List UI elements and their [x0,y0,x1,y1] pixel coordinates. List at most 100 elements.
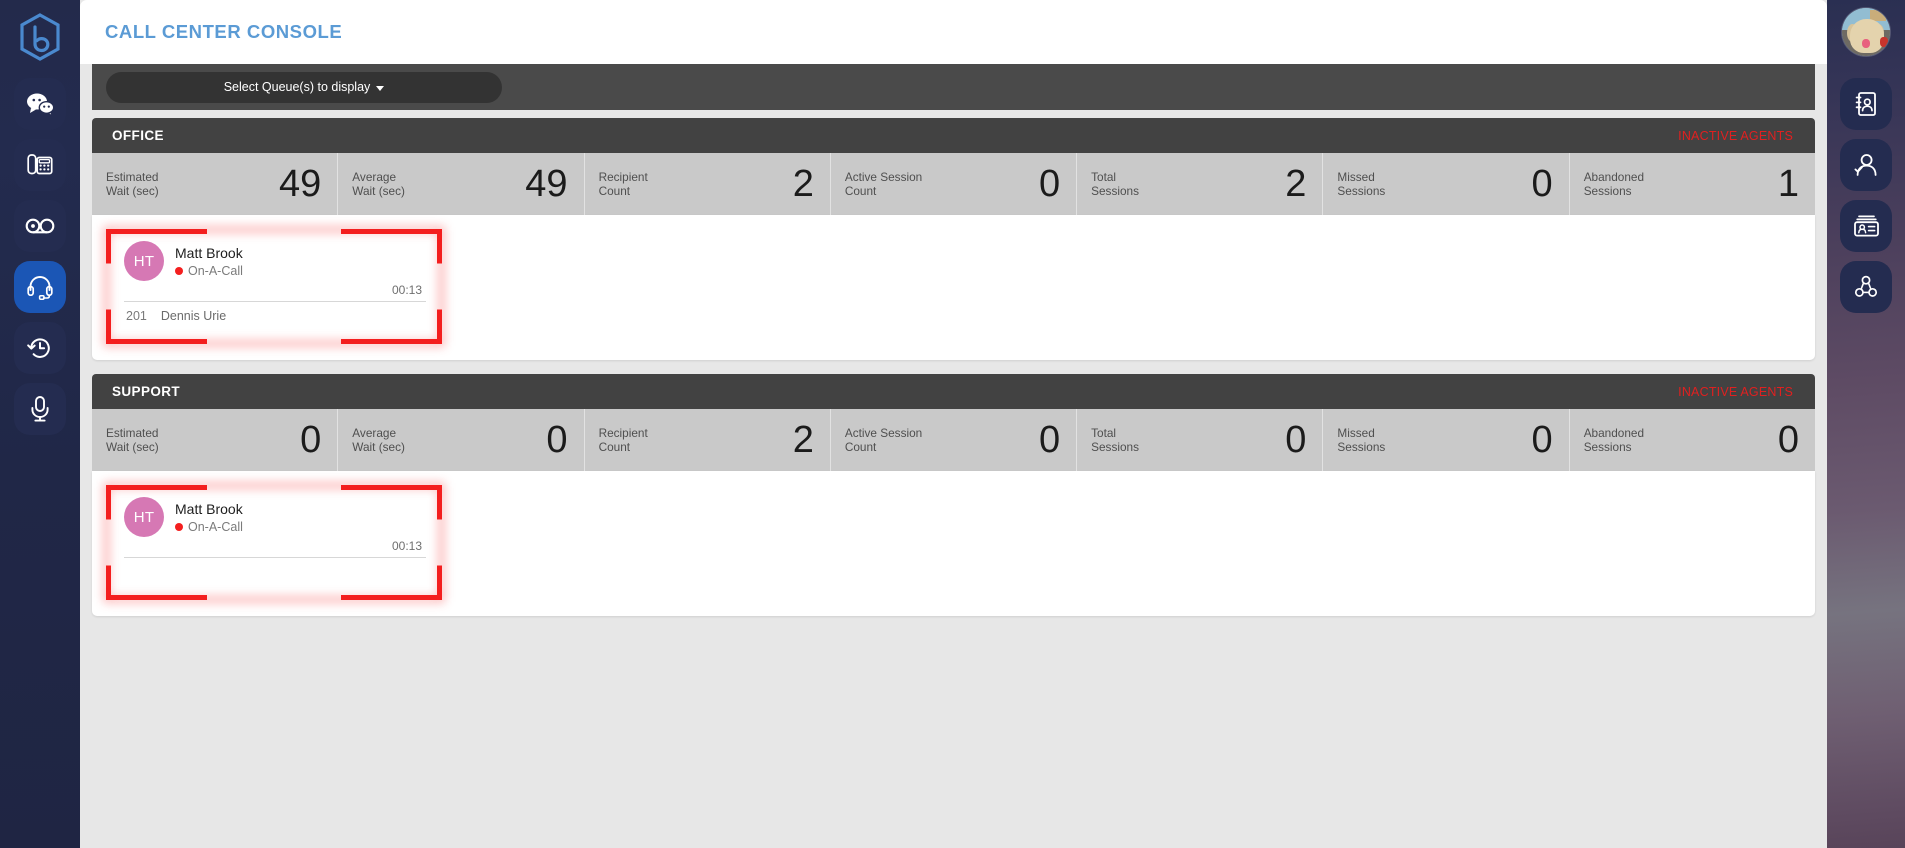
stat-cell: Recipient Count 2 [585,153,831,215]
stat-label-line2: Wait (sec) [352,440,405,454]
stat-label-line2: Sessions [1583,440,1632,454]
rail-item-voicemail[interactable] [14,200,66,252]
stat-value: 0 [1038,419,1061,461]
stat-value: 0 [546,419,568,461]
stat-label: Abandoned Sessions [1584,426,1644,455]
stat-label-line1: Recipient [598,425,648,440]
queues-container: OFFICE INACTIVE AGENTS Estimated Wait (sec)… [92,118,1815,616]
agent-avatar-initials: HT [124,241,164,281]
inactive-agents-link[interactable]: INACTIVE AGENTS [1678,129,1793,143]
caller-name: Dennis Urie [160,309,227,323]
main-content-area: CALL CENTER CONSOLE Select Queue(s) to d… [80,0,1827,848]
stat-value: 0 [1531,419,1553,461]
stat-cell: Average Wait (sec) 0 [338,409,585,471]
stat-cell: Estimated Wait (sec) 49 [92,153,339,215]
agents-panel: HT Matt Brook On-A-Call 00:13 201 Dennis Urie [92,215,1815,360]
address-book-icon [1854,91,1878,117]
queue-selector-bar: Select Queue(s) to display [92,64,1815,110]
stat-value: 2 [792,419,814,461]
page-header: CALL CENTER CONSOLE [80,0,1827,64]
agent-meta: Matt Brook On-A-Call [175,245,243,278]
stat-label: Total Sessions [1091,170,1139,199]
agents-panel: HT Matt Brook On-A-Call 00:13 [92,471,1815,616]
stat-value: 2 [1285,163,1307,205]
stat-value: 0 [1038,163,1061,205]
stat-label-line1: Abandoned [1583,425,1645,440]
stat-label-line1: Missed [1337,425,1375,440]
agent-card[interactable]: HT Matt Brook On-A-Call 00:13 201 Dennis Urie [106,229,442,344]
stat-value: 1 [1777,163,1799,205]
stat-label-line2: Count [598,440,631,454]
stat-label-line1: Missed [1337,169,1375,184]
stat-label-line1: Active Session [844,425,923,440]
queue-header: OFFICE INACTIVE AGENTS [92,118,1815,153]
stat-label: Recipient Count [599,426,648,455]
call-center-console-app: CALL CENTER CONSOLE Select Queue(s) to d… [0,0,1905,848]
queue-panel: SUPPORT INACTIVE AGENTS Estimated Wait (sec… [92,374,1815,616]
rail-item-recording[interactable] [14,383,66,435]
stat-label-line1: Active Session [844,169,923,184]
agent-status-label: On-A-Call [188,519,243,534]
stat-value: 0 [300,419,322,461]
avatar-red-object [1880,37,1888,47]
chat-bubbles-icon [26,92,54,116]
stat-label-line2: Sessions [1091,440,1139,454]
stat-label: Abandoned Sessions [1584,170,1644,199]
rail-item-call-center[interactable] [14,261,66,313]
stat-label: Active Session Count [845,426,922,455]
rail-item-call-history[interactable] [14,322,66,374]
stat-label: Estimated Wait (sec) [106,426,159,455]
stat-cell: Abandoned Sessions 1 [1570,153,1815,215]
stat-label-line2: Count [844,440,877,454]
agent-card[interactable]: HT Matt Brook On-A-Call 00:13 [106,485,442,600]
stat-label: Missed Sessions [1337,170,1385,199]
rail-item-desk-phone[interactable] [14,139,66,191]
agent-name: Matt Brook [175,244,243,261]
rail-item-contact-card[interactable] [1840,200,1892,252]
stat-label-line1: Total [1091,169,1117,184]
rail-item-presence[interactable] [1840,139,1892,191]
stat-value: 2 [792,163,814,205]
stat-cell: Missed Sessions 0 [1323,153,1570,215]
queue-name: OFFICE [112,128,164,143]
stat-label-line1: Average [352,425,397,440]
queue-name: SUPPORT [112,384,181,399]
inactive-agents-link[interactable]: INACTIVE AGENTS [1678,385,1793,399]
stat-value: 49 [279,163,322,205]
avatar-dog-tongue [1862,39,1870,48]
stat-label-line2: Sessions [1091,184,1139,198]
caller-row: 201 Dennis Urie [120,302,428,325]
agent-header: HT Matt Brook On-A-Call [120,241,428,281]
agent-name: Matt Brook [175,500,243,517]
stat-value: 49 [525,163,568,205]
rail-item-team[interactable] [1840,261,1892,313]
user-avatar-photo[interactable] [1842,8,1890,56]
stat-label-line1: Recipient [598,169,648,184]
stat-label-line1: Estimated [106,169,159,184]
queue-stats-row: Estimated Wait (sec) 0 Average Wait (sec) 0 Re… [92,409,1815,471]
stat-label: Average Wait (sec) [352,170,405,199]
stat-label: Recipient Count [599,170,648,199]
select-queues-button[interactable]: Select Queue(s) to display [106,71,502,103]
user-check-icon [1853,152,1879,178]
stat-label: Total Sessions [1091,426,1139,455]
stat-label-line2: Count [844,184,877,198]
status-dot-icon [175,266,183,275]
brand-hexagon-logo[interactable] [8,6,72,68]
stat-label-line2: Wait (sec) [106,184,159,198]
queue-panel: OFFICE INACTIVE AGENTS Estimated Wait (sec)… [92,118,1815,360]
chevron-down-icon [376,85,385,91]
agent-call-timer: 00:13 [391,539,422,553]
rail-item-chat[interactable] [14,78,66,130]
page-title: CALL CENTER CONSOLE [105,21,343,42]
stat-label: Average Wait (sec) [352,426,405,455]
stat-label-line1: Total [1091,425,1117,440]
stat-label-line1: Abandoned [1583,169,1645,184]
contact-card-icon [1853,214,1880,238]
stat-label: Active Session Count [845,170,922,199]
left-navigation-rail [0,0,80,848]
stat-value: 0 [1285,419,1307,461]
agent-header: HT Matt Brook On-A-Call [120,497,428,537]
stat-label: Missed Sessions [1337,426,1385,455]
rail-item-contacts[interactable] [1840,78,1892,130]
